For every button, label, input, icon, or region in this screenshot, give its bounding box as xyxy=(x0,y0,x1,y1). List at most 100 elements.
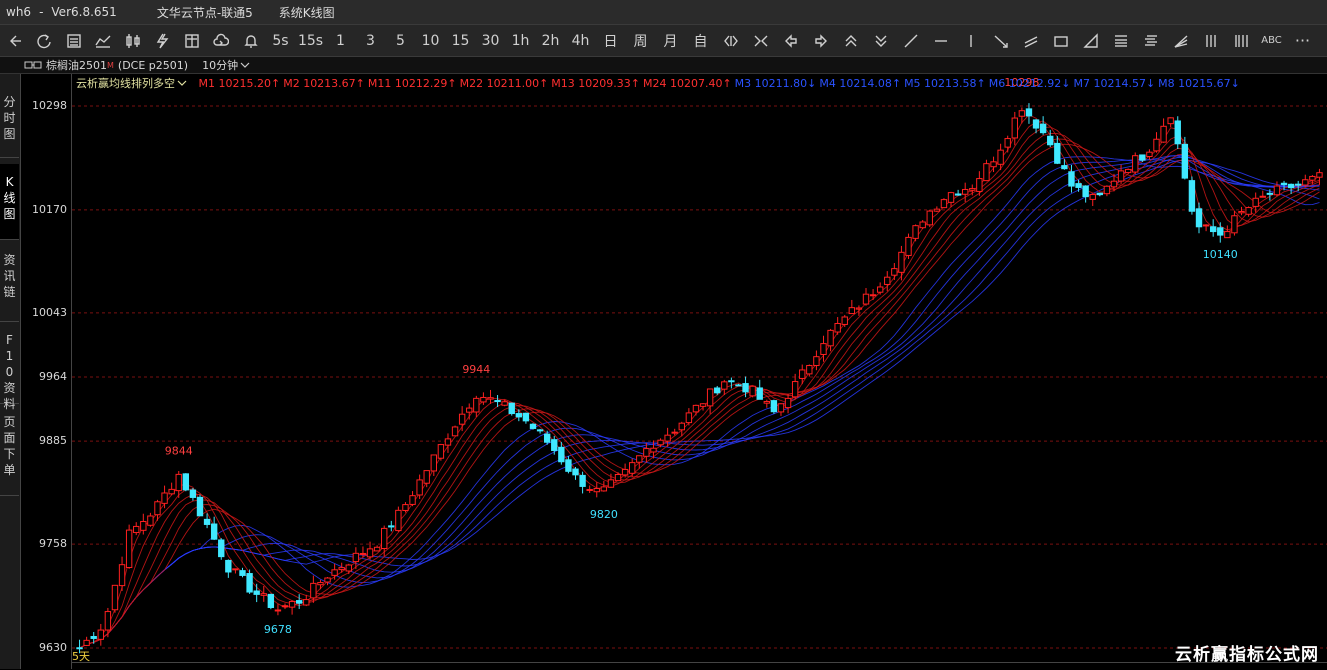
kline-icon[interactable] xyxy=(118,25,148,56)
candle-body xyxy=(600,486,608,492)
cloud-sync-icon[interactable] xyxy=(207,25,237,56)
period-button-6[interactable]: 15 xyxy=(446,25,476,56)
horizontal-line-icon[interactable] xyxy=(926,25,956,56)
candle-body xyxy=(1124,168,1132,174)
period-button-label: 自 xyxy=(693,33,708,50)
period-button-10[interactable]: 4h xyxy=(566,25,596,56)
lightning-icon[interactable] xyxy=(148,25,178,56)
symbol-name[interactable]: 棕榈油2501 xyxy=(46,57,107,73)
zoom-out-icon[interactable] xyxy=(866,25,896,56)
arrow-left-icon[interactable] xyxy=(776,25,806,56)
candle-body xyxy=(1103,185,1111,195)
period-selector[interactable]: 10分钟 xyxy=(202,57,238,73)
legend-item: M6 10212.92↓ xyxy=(988,77,1071,90)
candle-body xyxy=(515,413,523,418)
period-button-label: 5 xyxy=(396,32,405,49)
candle-body xyxy=(1174,120,1181,145)
bell-icon[interactable] xyxy=(236,25,266,56)
arrow-right-icon[interactable] xyxy=(806,25,836,56)
rectangle-icon[interactable] xyxy=(1046,25,1076,56)
candle-body xyxy=(1188,180,1196,212)
chevron-down-icon[interactable] xyxy=(240,61,250,69)
vertical-line-icon[interactable] xyxy=(956,25,986,56)
candle-body xyxy=(820,343,827,355)
period-button-1[interactable]: 15s xyxy=(296,25,326,56)
fan-lines-icon[interactable] xyxy=(1166,25,1196,56)
candle-body xyxy=(770,400,778,413)
candle-body xyxy=(1309,175,1316,181)
candle-body xyxy=(763,401,771,404)
quote-list-icon[interactable] xyxy=(59,25,89,56)
period-button-11[interactable]: 日 xyxy=(596,25,626,56)
period-button-5[interactable]: 10 xyxy=(416,25,446,56)
candle-body xyxy=(791,381,799,398)
trend-line-icon[interactable] xyxy=(896,25,926,56)
symbol-info-bar: 棕榈油2501 M (DCE p2501) 10分钟 xyxy=(0,57,1327,74)
moving-average-line xyxy=(79,159,1320,649)
shrink-icon[interactable] xyxy=(746,25,776,56)
period-lines-icon[interactable] xyxy=(1196,25,1226,56)
candle-body xyxy=(97,629,104,640)
more-button[interactable]: ··· xyxy=(1288,25,1318,56)
candle-body xyxy=(671,431,678,434)
candle-body xyxy=(607,479,615,488)
candle-body xyxy=(225,559,232,573)
timeshare-icon[interactable] xyxy=(89,25,119,56)
sidebar-tab-1[interactable]: K 线 图 xyxy=(0,164,19,240)
candle-body xyxy=(1068,171,1075,187)
period-button-4[interactable]: 5 xyxy=(386,25,416,56)
candle-body xyxy=(628,462,636,474)
symbol-main-badge: M xyxy=(107,60,114,70)
back-arrow-icon[interactable] xyxy=(0,25,30,56)
price-axis-label: 9885 xyxy=(39,434,67,448)
triangle-icon[interactable] xyxy=(1076,25,1106,56)
period-button-8[interactable]: 1h xyxy=(506,25,536,56)
candle-body xyxy=(990,161,997,168)
parallel-line-icon[interactable] xyxy=(1016,25,1046,56)
period-button-label: 周 xyxy=(633,33,648,50)
link-icon[interactable] xyxy=(24,60,42,70)
zoom-in-icon[interactable] xyxy=(836,25,866,56)
fibonacci-icon[interactable] xyxy=(1106,25,1136,56)
expand-icon[interactable] xyxy=(716,25,746,56)
candle-body xyxy=(756,387,763,400)
candle-body xyxy=(777,403,785,413)
period-button-9[interactable]: 2h xyxy=(536,25,566,56)
moving-average-line xyxy=(79,120,1320,649)
candle-body xyxy=(692,404,700,413)
candle-body xyxy=(869,294,877,297)
sidebar-tab-3[interactable]: F 1 0 资 料 xyxy=(0,322,19,411)
text-tool-button[interactable]: ABC xyxy=(1256,25,1288,56)
candle-body xyxy=(1032,119,1040,129)
sidebar-tab-4[interactable]: 页 面 下 单 xyxy=(0,404,19,496)
price-axis-label: 10298 xyxy=(32,99,67,112)
refresh-icon[interactable] xyxy=(30,25,60,56)
gann-icon[interactable] xyxy=(1136,25,1166,56)
version-label: Ver6.8.651 xyxy=(51,5,117,19)
period-button-13[interactable]: 月 xyxy=(656,25,686,56)
book-icon[interactable] xyxy=(177,25,207,56)
ray-line-icon[interactable] xyxy=(986,25,1016,56)
candle-body xyxy=(437,444,445,459)
candle-body xyxy=(898,251,905,273)
period-button-7[interactable]: 30 xyxy=(476,25,506,56)
candle-body xyxy=(133,525,140,534)
candle-body xyxy=(239,570,246,576)
chevron-down-icon[interactable] xyxy=(177,79,187,87)
period-button-3[interactable]: 3 xyxy=(356,25,386,56)
server-node-label[interactable]: 文华云节点-联通5 xyxy=(157,4,253,21)
candle-body xyxy=(976,178,983,192)
period-button-2[interactable]: 1 xyxy=(326,25,356,56)
candle-body xyxy=(1146,151,1153,158)
sidebar-tab-0[interactable]: 分 时 图 xyxy=(0,84,19,158)
candle-body xyxy=(813,356,820,366)
indicator-name[interactable]: 云析赢均线排列多空 xyxy=(76,77,175,90)
kline-chart[interactable]: 98449678994498201029810140 xyxy=(72,74,1327,669)
candle-body xyxy=(1209,226,1217,233)
sidebar-tab-2[interactable]: 资 讯 链 xyxy=(0,242,19,322)
period-button-0[interactable]: 5s xyxy=(266,25,296,56)
fib-time-icon[interactable] xyxy=(1226,25,1256,56)
period-button-12[interactable]: 周 xyxy=(626,25,656,56)
period-button-14[interactable]: 自 xyxy=(686,25,716,56)
candle-body xyxy=(430,454,437,472)
